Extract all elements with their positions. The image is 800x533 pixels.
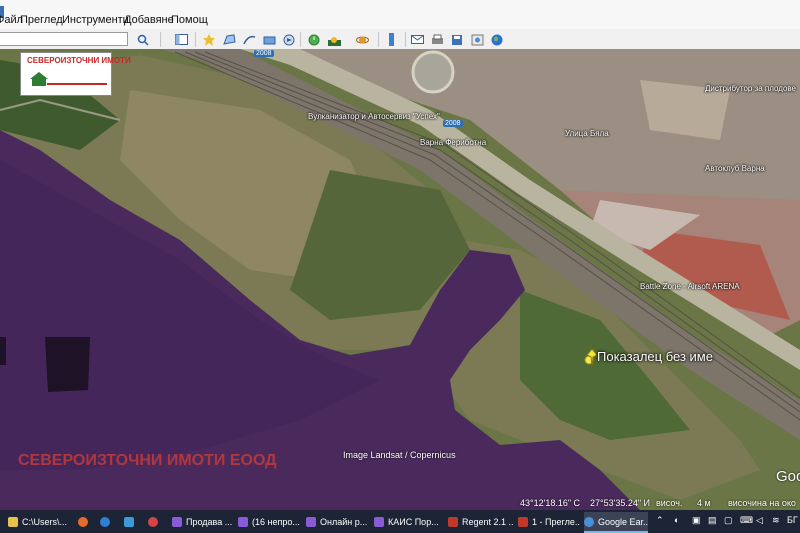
language-indicator[interactable]: БГ bbox=[787, 515, 798, 525]
browser-icon bbox=[238, 516, 248, 527]
taskbar-item-label: КАИС Пор... bbox=[388, 516, 439, 527]
tour-icon[interactable] bbox=[280, 31, 298, 48]
path-icon[interactable] bbox=[240, 31, 258, 48]
tray-icon[interactable]: ▣ bbox=[692, 515, 701, 526]
print-icon[interactable] bbox=[428, 31, 446, 48]
taskbar-item-chrome[interactable] bbox=[148, 512, 162, 531]
menu-tools[interactable]: Инструменти bbox=[62, 14, 129, 26]
save-image-icon[interactable] bbox=[448, 31, 466, 48]
placemark-label[interactable]: Показалец без име bbox=[597, 349, 713, 364]
taskbar-item-regent[interactable]: Regent 2.1 ... bbox=[448, 512, 514, 531]
taskbar-item-google-earth[interactable]: Google Ear... bbox=[584, 512, 648, 533]
latitude-readout: 43°12'18.16" С bbox=[520, 498, 581, 508]
map-label-shop[interactable]: Дистрибутор за плодове bbox=[705, 84, 796, 93]
browser-icon bbox=[374, 516, 384, 527]
status-bar: 43°12'18.16" С 27°53'35.24" И височ. 4 м… bbox=[0, 496, 800, 510]
taskbar-item-label: Продава ... bbox=[186, 516, 232, 527]
road-badge: 2008 bbox=[443, 120, 463, 127]
taskbar-item-edge[interactable] bbox=[100, 512, 114, 531]
toolbar-separator bbox=[160, 32, 161, 47]
taskbar-item-label: Regent 2.1 ... bbox=[462, 516, 514, 527]
taskbar-item-browser[interactable]: (16 непро... bbox=[238, 512, 300, 531]
tray-icon[interactable]: ⌃ bbox=[656, 515, 664, 526]
tray-icon[interactable]: ◐ bbox=[674, 515, 679, 525]
elevation-label: височ. bbox=[656, 498, 683, 508]
road-badge: 2008 bbox=[254, 50, 274, 57]
taskbar-item-label: Google Ear... bbox=[598, 516, 648, 527]
overlay-icon[interactable] bbox=[260, 31, 278, 48]
logo-stripe bbox=[47, 83, 107, 85]
toolbar-separator bbox=[405, 32, 406, 47]
menu-view[interactable]: Преглед bbox=[20, 14, 63, 26]
longitude-readout: 27°53'35.24" И bbox=[590, 498, 651, 508]
taskbar-item-explorer[interactable]: C:\Users\... bbox=[8, 512, 70, 531]
sidebar-icon[interactable] bbox=[172, 31, 190, 48]
toolbar-separator bbox=[378, 32, 379, 47]
sun-icon[interactable] bbox=[325, 31, 343, 48]
tray-icon[interactable]: ⌨ bbox=[740, 515, 753, 526]
map-label-airsoft[interactable]: Battle Zone - Airsoft ARENA bbox=[640, 282, 740, 291]
app-icon bbox=[124, 516, 134, 527]
toolbar-separator bbox=[300, 32, 301, 47]
browser-icon bbox=[306, 516, 316, 527]
maps-icon[interactable] bbox=[468, 31, 486, 48]
polygon-icon[interactable] bbox=[220, 31, 238, 48]
volume-icon[interactable]: ◁ bbox=[756, 515, 763, 526]
ruler-icon[interactable] bbox=[383, 31, 401, 48]
wifi-icon[interactable]: ≋ bbox=[772, 515, 780, 526]
menu-add[interactable]: Добавяне bbox=[124, 14, 174, 26]
chrome-icon bbox=[148, 516, 158, 527]
watermark: СЕВЕРОИЗТОЧНИ ИМОТИ ЕООД bbox=[18, 452, 277, 469]
email-icon[interactable] bbox=[408, 31, 426, 48]
map-view[interactable]: СЕВЕРОИЗТОЧНИ ИМОТИ 2008 2008 Вулканизат… bbox=[0, 49, 800, 510]
taskbar: C:\Users\... Продава ... (16 непро... Он… bbox=[0, 510, 800, 533]
taskbar-item-label: C:\Users\... bbox=[22, 516, 68, 527]
earth-icon[interactable] bbox=[488, 31, 506, 48]
edge-icon bbox=[100, 516, 110, 527]
regent-icon bbox=[448, 516, 458, 527]
menu-help[interactable]: Помощ bbox=[171, 14, 208, 26]
company-logo: СЕВЕРОИЗТОЧНИ ИМОТИ bbox=[20, 52, 131, 96]
taskbar-item-label: Онлайн р... bbox=[320, 516, 368, 527]
logo-text: СЕВЕРОИЗТОЧНИ ИМОТИ bbox=[27, 56, 131, 65]
map-label-autoservice[interactable]: Вулканизатор и Автосервиз "Успех" bbox=[308, 112, 440, 121]
taskbar-item-viewer[interactable]: 1 - Прегле... bbox=[518, 512, 580, 531]
network-icon[interactable]: ▤ bbox=[708, 515, 717, 526]
folder-icon bbox=[8, 516, 18, 527]
taskbar-item-app[interactable] bbox=[124, 512, 138, 531]
search-icon[interactable] bbox=[134, 31, 152, 48]
imagery-credit: Image Landsat / Copernicus bbox=[343, 450, 456, 460]
taskbar-item-label: (16 непро... bbox=[252, 516, 300, 527]
google-earth-icon bbox=[584, 516, 594, 527]
taskbar-item-browser[interactable]: Продава ... bbox=[172, 512, 232, 531]
viewer-icon bbox=[518, 516, 528, 527]
house-icon bbox=[30, 72, 48, 86]
planets-icon[interactable] bbox=[353, 31, 371, 48]
toolbar-separator bbox=[195, 32, 196, 47]
browser-icon bbox=[172, 516, 182, 527]
search-input[interactable] bbox=[0, 32, 128, 46]
taskbar-item-browser[interactable]: КАИС Пор... bbox=[374, 512, 442, 531]
history-icon[interactable] bbox=[305, 31, 323, 48]
tray-icon[interactable]: ▢ bbox=[724, 515, 733, 526]
map-label-street: Улица Бяла bbox=[565, 129, 609, 138]
placemark-icon[interactable] bbox=[200, 31, 218, 48]
taskbar-item-firefox[interactable] bbox=[78, 512, 92, 531]
taskbar-item-label: 1 - Прегле... bbox=[532, 516, 580, 527]
firefox-icon bbox=[78, 516, 88, 527]
elevation-value: 4 м bbox=[697, 498, 711, 508]
google-mark: Goo bbox=[776, 468, 800, 485]
map-label-autoclub[interactable]: Автоклуб Варна bbox=[705, 164, 765, 173]
taskbar-item-browser[interactable]: Онлайн р... bbox=[306, 512, 368, 531]
menu-bar: Файл Преглед Инструменти Добавяне Помощ bbox=[0, 0, 800, 30]
map-label-station[interactable]: Варна Фериботна bbox=[420, 138, 486, 147]
eye-altitude-label: височина на око bbox=[728, 498, 796, 508]
